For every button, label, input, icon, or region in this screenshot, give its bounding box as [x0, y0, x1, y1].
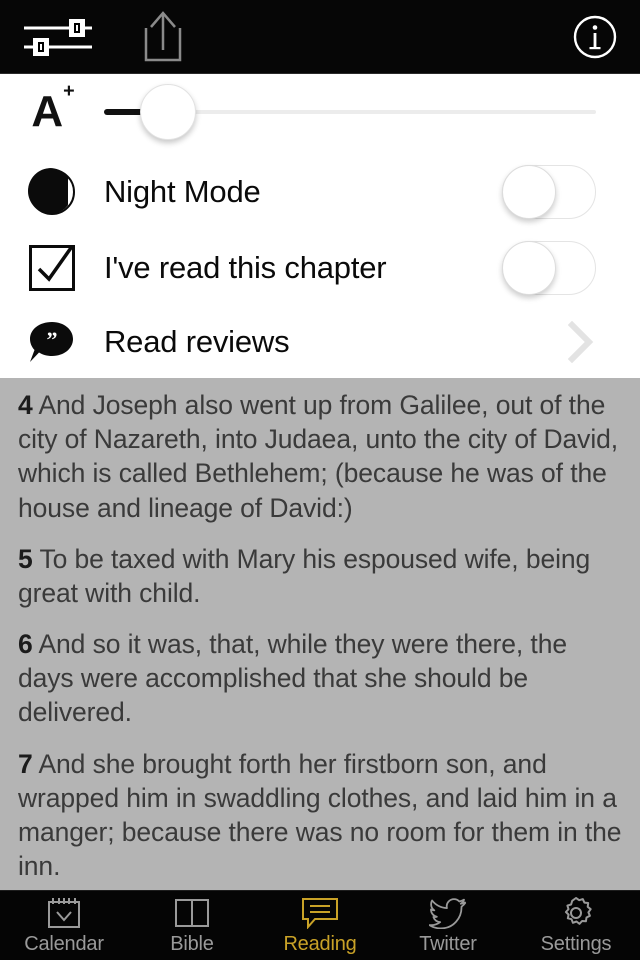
- checkbox-icon-glyph: [29, 245, 75, 291]
- settings-panel: A+ Night Mode I've read this chapter ” R…: [0, 74, 640, 378]
- verse-number: 4: [18, 390, 33, 420]
- tab-label: Settings: [540, 932, 612, 955]
- toggle-knob: [502, 165, 556, 219]
- verse-number: 5: [18, 543, 33, 574]
- speech-bubble-lines-icon: [298, 896, 342, 930]
- font-size-increase-icon: A+: [0, 82, 104, 136]
- read-chapter-label: I've read this chapter: [104, 250, 387, 285]
- reading-text-overlay[interactable]: 4 And Joseph also went up from Galilee, …: [0, 378, 640, 890]
- slider-thumb[interactable]: [140, 84, 196, 140]
- sliders-icon-glyph: [24, 19, 92, 56]
- info-icon-glyph: [573, 15, 617, 59]
- verse-paragraph: 6 And so it was, that, while they were t…: [18, 627, 622, 730]
- verse-text: To be taxed with Mary his espoused wife,…: [18, 543, 591, 608]
- checkbox-icon: [0, 245, 104, 291]
- gear-icon: [554, 896, 598, 930]
- font-size-icon-letter: A: [31, 87, 63, 136]
- share-icon[interactable]: [136, 8, 190, 66]
- moon-icon: [0, 168, 104, 215]
- tab-label: Calendar: [24, 932, 104, 955]
- read-reviews-row[interactable]: ” Read reviews: [0, 306, 640, 378]
- font-size-row: A+: [0, 74, 640, 150]
- checkmark-icon: [37, 245, 75, 282]
- tab-bible[interactable]: Bible: [128, 891, 256, 960]
- app-root: A+ Night Mode I've read this chapter ” R…: [0, 0, 640, 960]
- tab-reading[interactable]: Reading: [256, 891, 384, 960]
- verse-paragraph: 5 To be taxed with Mary his espoused wif…: [18, 542, 622, 610]
- share-icon-glyph: [144, 11, 182, 62]
- night-mode-row[interactable]: Night Mode: [0, 154, 640, 230]
- verse-number: 6: [18, 629, 33, 660]
- font-size-slider[interactable]: [104, 74, 596, 150]
- tab-settings[interactable]: Settings: [512, 891, 640, 960]
- font-size-icon-superscript: +: [63, 80, 75, 103]
- verse-text: And so it was, that, while they were the…: [18, 629, 567, 728]
- top-toolbar: [0, 0, 640, 74]
- svg-text:”: ”: [47, 327, 58, 352]
- quote-bubble-icon: ”: [0, 320, 104, 364]
- open-book-icon: [170, 896, 214, 930]
- read-reviews-label: Read reviews: [104, 324, 290, 359]
- toggle-knob: [502, 241, 556, 295]
- verse-text: And she brought forth her firstborn son,…: [18, 748, 622, 882]
- verse-text: And Joseph also went up from Galilee, ou…: [18, 390, 619, 523]
- night-mode-label: Night Mode: [104, 174, 261, 209]
- twitter-bird-icon: [426, 896, 470, 930]
- tab-twitter[interactable]: Twitter: [384, 891, 512, 960]
- verse-paragraph: 7 And she brought forth her firstborn so…: [18, 747, 622, 884]
- verse-paragraph: 4 And Joseph also went up from Galilee, …: [18, 388, 622, 525]
- tab-label: Bible: [170, 932, 214, 955]
- read-chapter-toggle[interactable]: [502, 241, 596, 295]
- calendar-check-icon: [42, 896, 86, 930]
- bottom-tab-bar: Calendar Bible Reading Twitter Settings: [0, 890, 640, 960]
- quote-bubble-icon-glyph: ”: [28, 320, 76, 364]
- read-chapter-row[interactable]: I've read this chapter: [0, 230, 640, 306]
- verse-number: 7: [18, 748, 33, 779]
- tab-calendar[interactable]: Calendar: [0, 891, 128, 960]
- chevron-right-icon[interactable]: [567, 320, 594, 364]
- info-icon[interactable]: [572, 14, 618, 60]
- moon-icon-glyph: [28, 168, 75, 215]
- tab-label: Twitter: [419, 932, 477, 955]
- sliders-icon[interactable]: [22, 14, 94, 60]
- font-size-icon-glyph: A+: [31, 82, 74, 136]
- tab-label: Reading: [283, 932, 357, 955]
- night-mode-toggle[interactable]: [502, 165, 596, 219]
